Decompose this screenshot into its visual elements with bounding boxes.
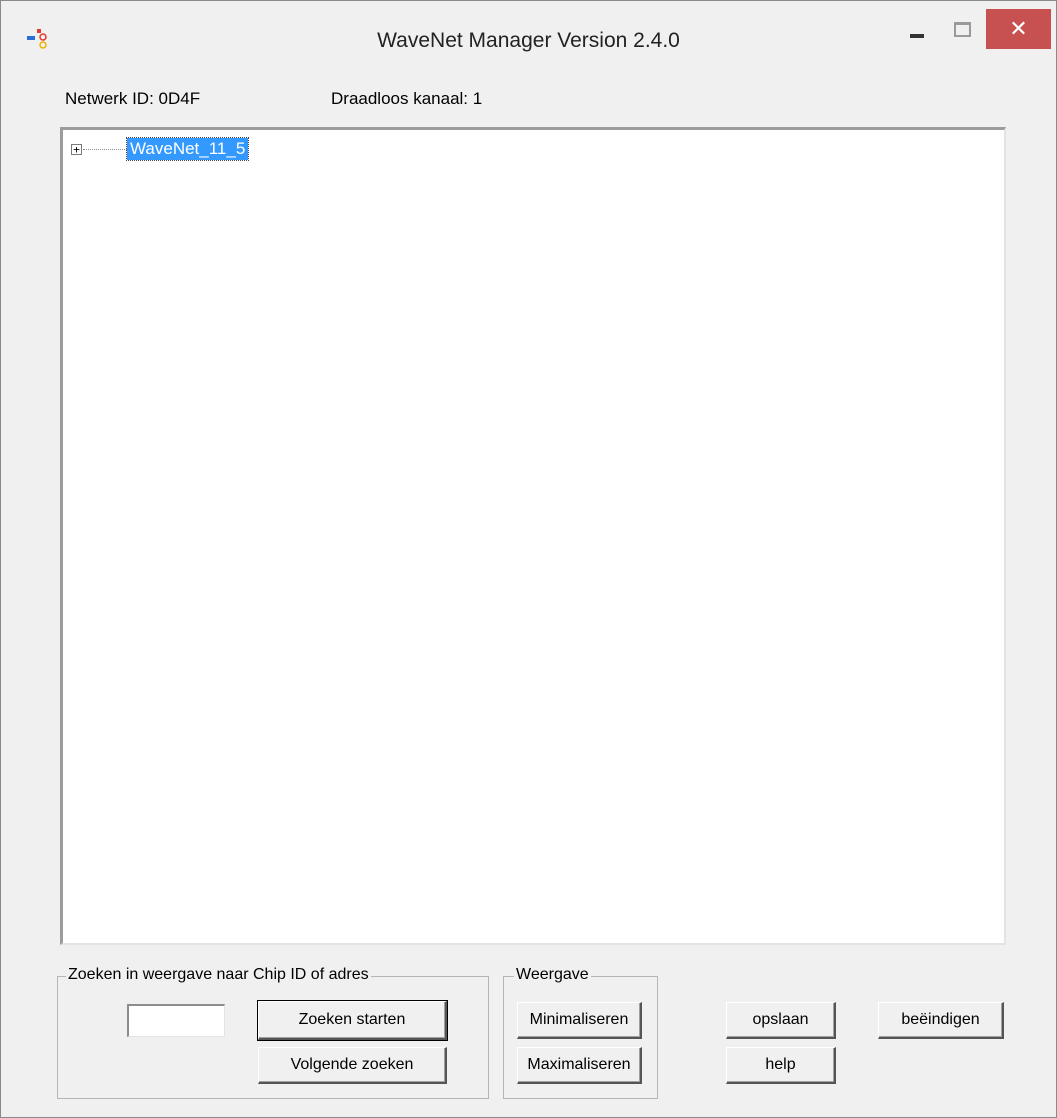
maximize-view-button[interactable]: Maximaliseren [517, 1047, 642, 1084]
minimize-view-button[interactable]: Minimaliseren [517, 1002, 642, 1039]
search-group-legend: Zoeken in weergave naar Chip ID of adres [66, 966, 371, 984]
title-bar[interactable]: WaveNet Manager Version 2.4.0 ✕ [1, 1, 1056, 63]
close-icon: ✕ [1009, 16, 1028, 41]
exit-button[interactable]: beëindigen [878, 1002, 1004, 1039]
tree-expand-icon[interactable]: + [71, 144, 82, 155]
search-input[interactable] [127, 1004, 225, 1037]
maximize-button[interactable] [943, 9, 981, 49]
help-button[interactable]: help [726, 1047, 836, 1084]
minimize-button[interactable] [896, 9, 938, 49]
view-group-legend: Weergave [514, 966, 591, 984]
tree-node-root[interactable]: WaveNet_11_5 [125, 137, 250, 161]
tree-connector-line [83, 149, 127, 150]
main-window: WaveNet Manager Version 2.4.0 ✕ Netwerk … [0, 0, 1057, 1118]
save-button[interactable]: opslaan [726, 1002, 836, 1039]
next-search-button[interactable]: Volgende zoeken [258, 1047, 447, 1084]
close-button[interactable]: ✕ [986, 9, 1051, 49]
wireless-channel-label: Draadloos kanaal: 1 [331, 89, 483, 108]
start-search-button[interactable]: Zoeken starten [257, 1000, 448, 1041]
network-id-label: Netwerk ID: 0D4F [65, 89, 201, 108]
network-tree-view[interactable]: + WaveNet_11_5 [60, 127, 1006, 945]
minimize-icon [910, 34, 924, 38]
maximize-icon [953, 21, 971, 37]
